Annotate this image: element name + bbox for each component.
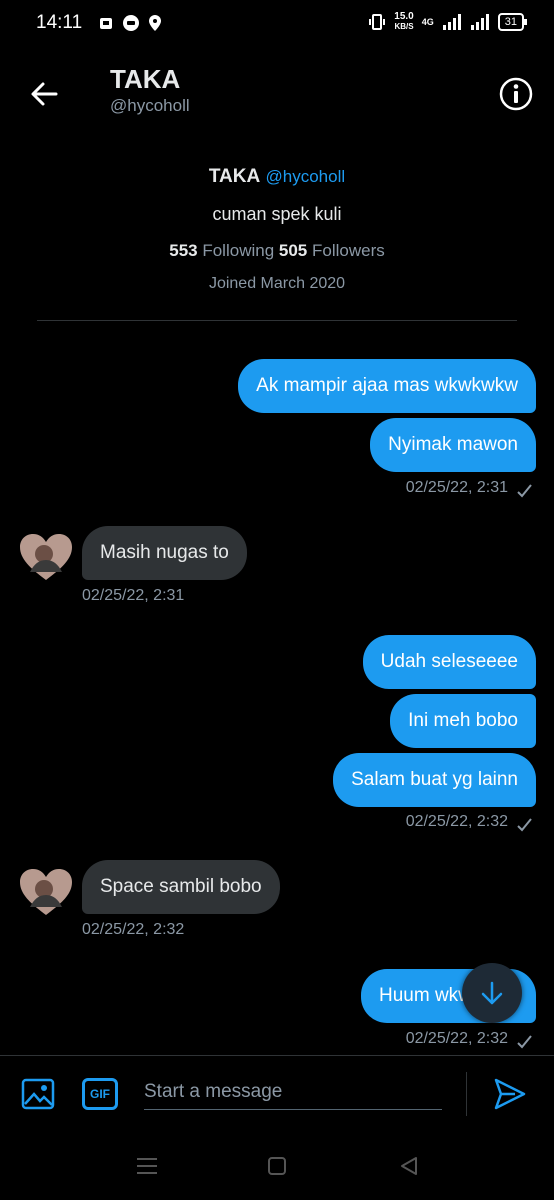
message-timestamp: 02/25/22, 2:32	[405, 1030, 508, 1047]
arrow-left-icon	[31, 82, 58, 106]
info-button[interactable]	[498, 76, 534, 112]
header-handle: @hycoholl	[110, 96, 190, 115]
message-timestamp: 02/25/22, 2:32	[82, 921, 185, 938]
following-count: 553	[169, 241, 198, 260]
gif-button[interactable]: GIF	[82, 1078, 118, 1110]
profile-handle: @hycoholl	[265, 167, 346, 186]
message-timestamp: 02/25/22, 2:31	[82, 587, 185, 604]
message-composer: GIF	[0, 1055, 554, 1127]
system-navigation-bar	[0, 1130, 554, 1200]
message-notification-icon	[123, 15, 139, 31]
profile-stats: 553 Following 505 Followers	[0, 241, 554, 261]
location-icon	[149, 15, 161, 31]
image-icon[interactable]	[20, 1076, 56, 1112]
profile-summary[interactable]: TAKA @hycoholl cuman spek kuli 553 Follo…	[0, 166, 554, 293]
back-nav-icon[interactable]	[394, 1154, 424, 1178]
sent-message[interactable]: Udah seleseeee	[362, 635, 536, 689]
profile-name: TAKA	[208, 166, 261, 187]
signal-icon	[442, 14, 461, 30]
message-timestamp: 02/25/22, 2:32	[405, 813, 508, 830]
battery-indicator: 31	[497, 13, 528, 31]
received-message[interactable]: Space sambil bobo	[82, 860, 280, 914]
status-time: 14:11	[36, 12, 83, 33]
header-name: TAKA	[110, 64, 181, 94]
back-button[interactable]	[26, 76, 62, 112]
app-notification-icon	[100, 18, 112, 29]
message-timestamp: 02/25/22, 2:31	[405, 479, 508, 496]
checkmark-icon	[517, 1035, 532, 1049]
sent-message[interactable]: Ini meh bobo	[390, 694, 536, 748]
checkmark-icon	[517, 484, 532, 498]
vibrate-icon	[369, 14, 386, 30]
arrow-down-icon	[481, 981, 503, 1005]
status-notification-icons	[98, 14, 162, 32]
network-speed: 15.0 KB/S	[394, 12, 413, 32]
send-icon[interactable]	[492, 1076, 528, 1112]
checkmark-icon	[517, 818, 532, 832]
menu-icon[interactable]	[132, 1154, 162, 1178]
profile-bio: cuman spek kuli	[212, 204, 342, 224]
network-speed-value: 15.0	[394, 11, 414, 22]
received-message[interactable]: Masih nugas to	[82, 526, 247, 580]
avatar[interactable]	[18, 867, 74, 917]
conversation-header: TAKA @hycoholl	[0, 56, 554, 136]
composer-divider	[466, 1072, 467, 1116]
signal-icon-2	[470, 14, 489, 30]
following-label: Following	[202, 241, 275, 260]
followers-count: 505	[278, 241, 308, 260]
sent-message[interactable]: Salam buat yg lainn	[333, 753, 536, 807]
profile-joined: Joined March 2020	[208, 275, 346, 292]
network-speed-unit: KB/S	[394, 22, 414, 31]
info-icon	[499, 77, 533, 111]
network-type: 4G	[421, 17, 434, 27]
followers-label: Followers	[312, 241, 385, 260]
scroll-to-bottom-button[interactable]	[462, 963, 522, 1023]
message-input[interactable]	[144, 1074, 442, 1110]
sent-message[interactable]: Nyimak mawon	[370, 418, 536, 472]
divider	[37, 320, 517, 321]
status-bar: 14:11 15.0 KB/S 4G 31	[0, 0, 554, 48]
status-system-icons: 15.0 KB/S 4G 31	[368, 12, 528, 32]
sent-message[interactable]: Ak mampir ajaa mas wkwkwkw	[238, 359, 536, 413]
avatar[interactable]	[18, 532, 74, 582]
home-icon[interactable]	[262, 1154, 292, 1178]
